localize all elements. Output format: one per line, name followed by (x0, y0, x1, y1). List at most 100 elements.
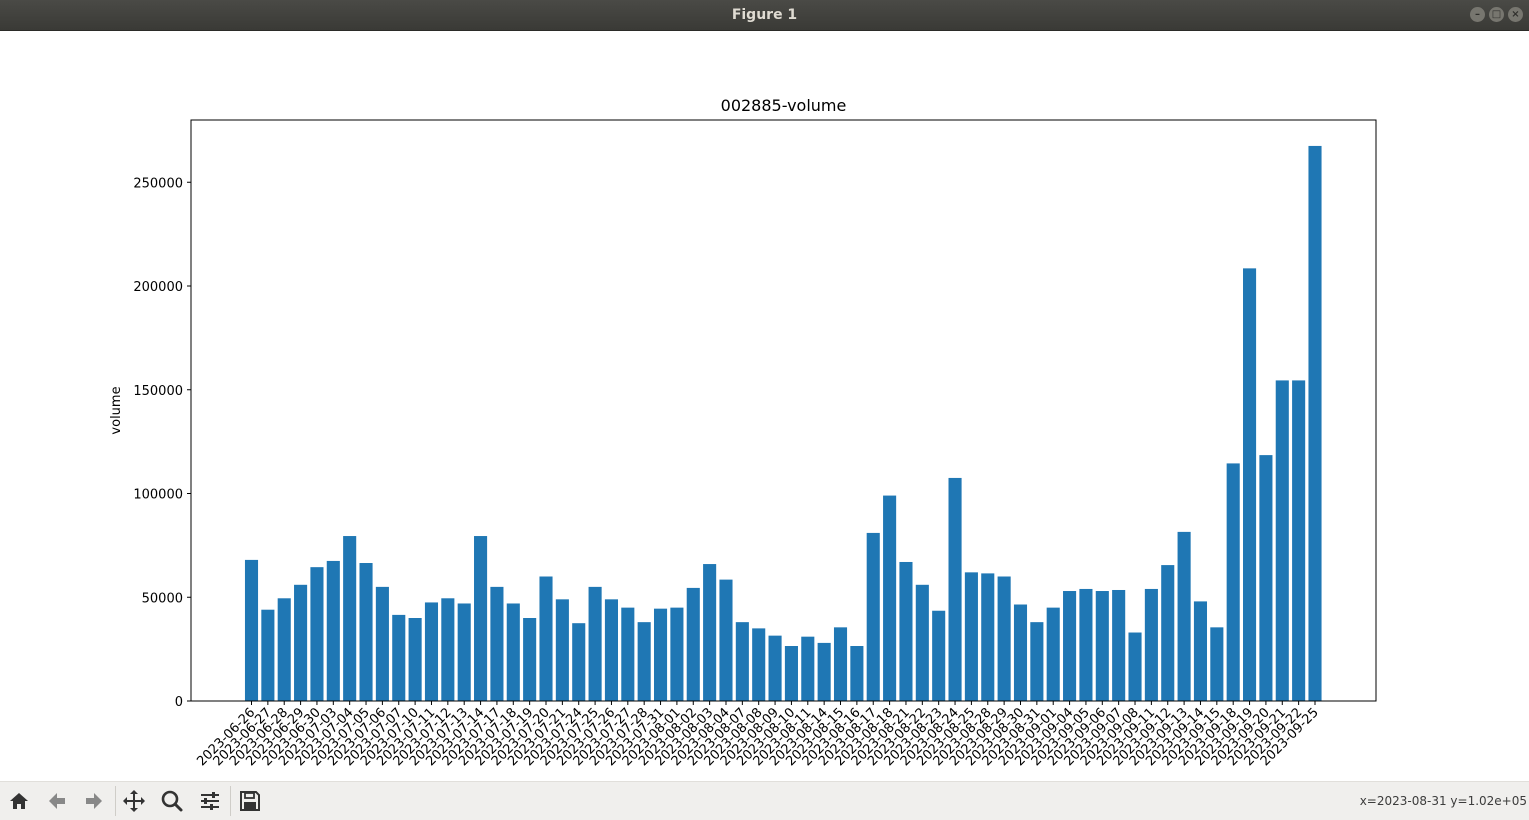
bar (670, 607, 684, 702)
bar (768, 635, 782, 701)
bar (686, 587, 700, 701)
cursor-coordinates: x=2023-08-31 y=1.02e+05 (1359, 794, 1527, 808)
bar (523, 618, 537, 701)
bar (539, 576, 553, 701)
back-arrow-icon (49, 793, 65, 809)
bar (964, 572, 978, 701)
bar (1046, 607, 1060, 702)
bar (261, 609, 275, 701)
bar (801, 636, 815, 701)
bar (457, 603, 471, 701)
bar (359, 563, 373, 701)
y-tick-label: 200000 (133, 280, 183, 295)
bar (735, 622, 749, 701)
bar (621, 607, 635, 702)
bar (1030, 622, 1044, 701)
bar-chart: 0500001000001500002000002500002023-06-26… (109, 96, 1377, 769)
bar (1079, 588, 1093, 701)
bar (653, 608, 668, 701)
toolbar-separator (230, 786, 231, 816)
bar (784, 646, 798, 701)
bar (1112, 589, 1126, 701)
bar (1292, 380, 1306, 701)
zoom-icon (161, 790, 183, 812)
bar (1275, 380, 1289, 701)
bar (506, 603, 520, 701)
bar (866, 532, 880, 701)
bar (343, 536, 357, 701)
bar (899, 561, 913, 701)
bar (294, 584, 308, 701)
bar (1193, 601, 1208, 701)
bar (932, 610, 946, 701)
bar (752, 628, 766, 702)
window-controls: – □ × (1470, 7, 1523, 22)
bar (572, 623, 586, 701)
y-tick-label: 100000 (133, 488, 183, 503)
bar (408, 618, 422, 701)
bar (1177, 531, 1191, 701)
window-titlebar[interactable]: Figure 1 – □ × (0, 0, 1529, 31)
bar (392, 614, 406, 701)
minimize-icon[interactable]: – (1470, 7, 1485, 22)
zoom-button[interactable] (158, 787, 186, 815)
bar (555, 599, 569, 701)
bar (997, 576, 1011, 701)
bar (833, 627, 848, 701)
chart-title: 002885-volume (721, 96, 847, 115)
bar (1063, 591, 1077, 701)
y-tick-label: 0 (175, 695, 183, 710)
y-axis-label: volume (109, 386, 124, 434)
bar (424, 602, 439, 701)
bar (588, 586, 602, 702)
bar (948, 477, 962, 701)
window-title: Figure 1 (731, 7, 798, 23)
bar (604, 599, 618, 701)
save-icon (240, 791, 260, 811)
bar (1013, 604, 1028, 701)
bar (1308, 145, 1322, 701)
forward-arrow-icon (86, 793, 102, 809)
bar (1259, 455, 1273, 701)
bar (244, 559, 259, 701)
close-icon[interactable]: × (1508, 7, 1523, 22)
pan-icon (123, 790, 145, 812)
y-tick-label: 250000 (133, 176, 183, 191)
home-icon (10, 793, 28, 809)
bar (637, 622, 651, 701)
bar (1210, 627, 1224, 701)
bar (1243, 268, 1257, 701)
y-tick-label: 150000 (133, 384, 183, 399)
forward-button[interactable] (80, 787, 108, 815)
bar (850, 646, 864, 701)
pan-button[interactable] (120, 787, 148, 815)
toolbar-separator (115, 786, 116, 816)
bar (474, 536, 488, 701)
bar (883, 495, 897, 701)
configure-subplots-icon (201, 792, 219, 810)
bar (326, 560, 340, 701)
bar (375, 586, 389, 702)
bar (441, 598, 455, 701)
save-button[interactable] (236, 787, 264, 815)
y-tick-label: 50000 (142, 591, 183, 606)
bar (817, 642, 831, 701)
bar (1226, 463, 1240, 701)
bar (915, 584, 929, 701)
bar (1128, 632, 1142, 701)
maximize-icon[interactable]: □ (1489, 7, 1504, 22)
configure-subplots-button[interactable] (196, 787, 224, 815)
back-button[interactable] (43, 787, 71, 815)
bar (703, 564, 717, 701)
bar (981, 573, 995, 701)
bar (277, 598, 291, 701)
bar (310, 567, 324, 701)
bar (1144, 588, 1158, 701)
home-button[interactable] (5, 787, 33, 815)
bar (719, 579, 733, 701)
bar (1095, 591, 1109, 701)
figure-canvas[interactable]: 0 50000 100000 150000 200000 250000 2023-06-26… (0, 31, 1529, 781)
bar (1161, 565, 1175, 701)
navigation-toolbar: x=2023-08-31 y=1.02e+05 (0, 781, 1529, 820)
bar (490, 586, 504, 702)
